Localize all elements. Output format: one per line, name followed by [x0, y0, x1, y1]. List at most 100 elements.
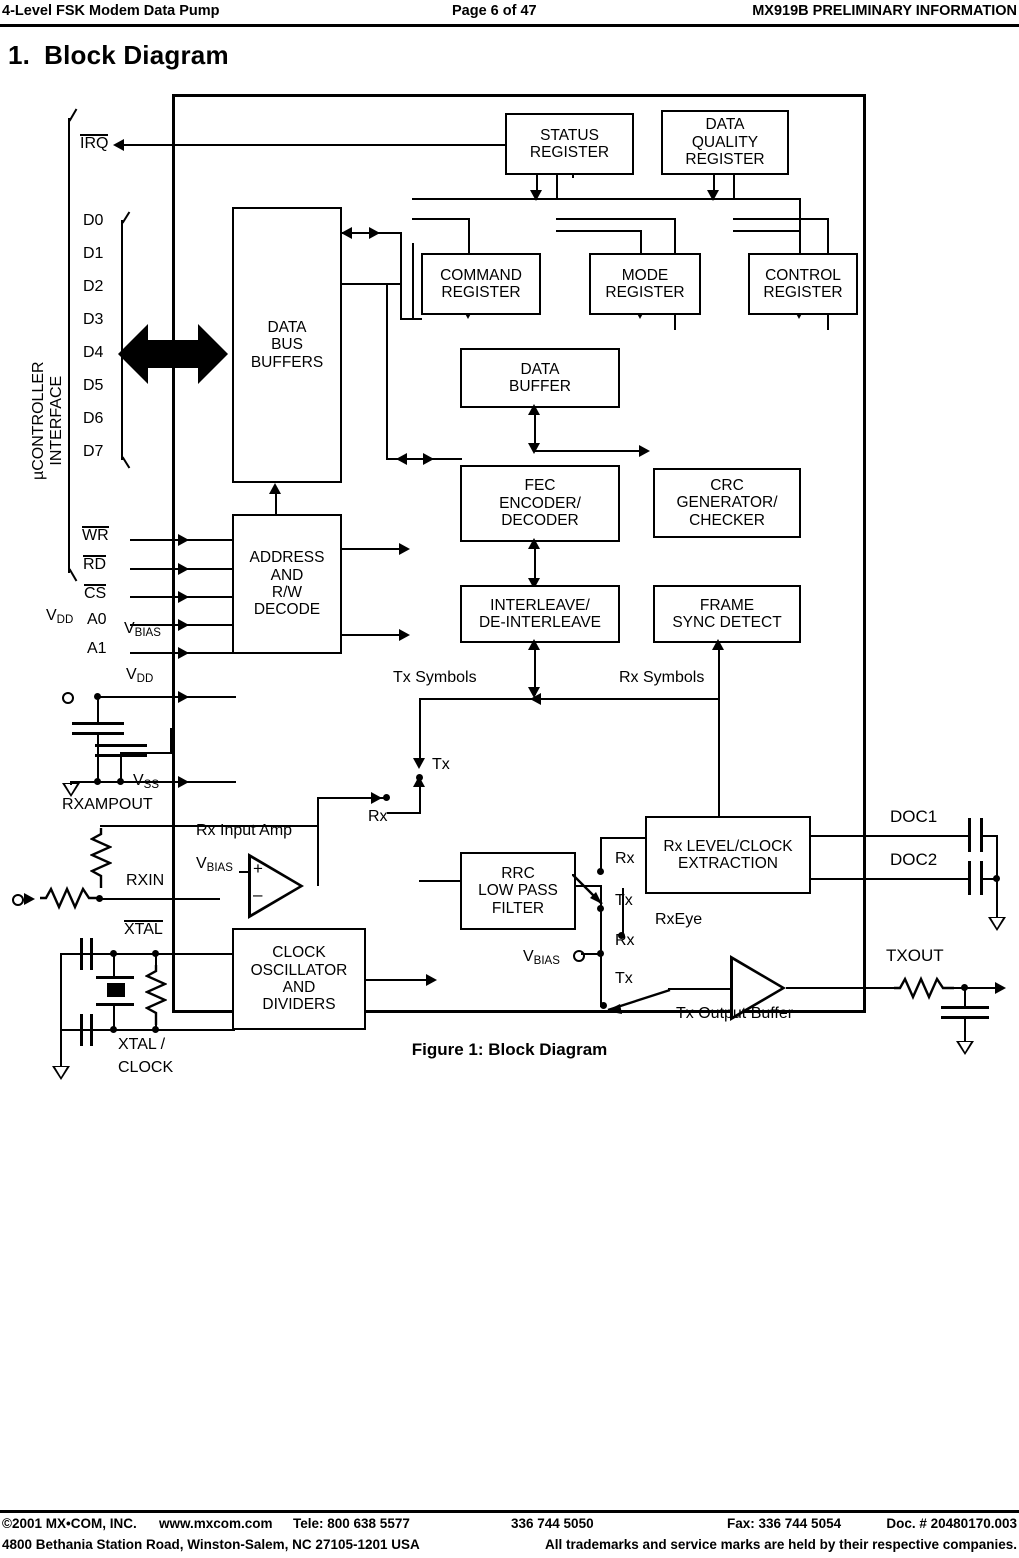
pin-irq: IRQ [80, 134, 109, 152]
pin-xtal-clock-line2: CLOCK [118, 1059, 174, 1076]
txout-series-resistor [894, 976, 954, 1000]
xtal-top-line [60, 953, 235, 955]
rxin-line [100, 898, 220, 900]
block-mode-register: MODE REGISTER [589, 253, 701, 315]
rx-branch-arrow [413, 776, 425, 787]
xtal-bot-dot2 [152, 1026, 159, 1033]
rxeye-label: RxEye [655, 911, 703, 928]
buffers-to-databuffer-1 [342, 283, 402, 285]
rrc-input-line [419, 880, 461, 882]
block-data-buffer: DATA BUFFER [460, 348, 620, 408]
pin-cs: CS [84, 584, 107, 602]
chip-boundary-left [172, 94, 175, 1013]
pin-vdd-internal: VVDDDD [126, 666, 154, 685]
status-reg-rail [556, 175, 558, 199]
pin-a0: A0 [87, 611, 107, 628]
datasheet-page: 4-Level FSK Modem Data Pump Page 6 of 47… [0, 0, 1019, 1557]
decode-out-1-arrow [399, 543, 410, 555]
doc-ground-inner [991, 918, 1003, 928]
block-control-register: CONTROL REGISTER [748, 253, 858, 315]
doc-ground-stem [996, 878, 998, 918]
pin-a1: A1 [87, 640, 107, 657]
pin-doc2: DOC2 [890, 850, 938, 869]
block-data-quality-register: DATA QUALITY REGISTER [661, 110, 789, 175]
block-command-register: COMMAND REGISTER [421, 253, 541, 315]
header-page-number: Page 6 of 47 [452, 3, 537, 19]
rxin-external-terminal [12, 894, 24, 906]
footer-trademarks: All trademarks and service marks are hel… [545, 1537, 1017, 1552]
switch-to-txbuffer [668, 988, 730, 990]
xtal-bot-dot1 [110, 1026, 117, 1033]
cs-arrow [178, 591, 189, 603]
doc1-line [811, 835, 971, 837]
xtal-cap1-plate-r [90, 938, 93, 970]
footer-telephone: Tele: 800 638 5577 [293, 1516, 410, 1531]
decode-to-buffers-arrow [269, 483, 281, 494]
interface-brace-top-diag [68, 108, 78, 122]
xtal-bottom-line [60, 1029, 235, 1031]
vdd-cap-bottom-stem [97, 732, 99, 782]
doc1-to-doc2-v [996, 835, 998, 880]
pin-vdd-external: VDD [46, 607, 74, 626]
xtal-bias-resistor [145, 965, 167, 1025]
mode-arrow-h [556, 230, 642, 232]
vdd-cap-plate-top [72, 722, 124, 725]
footer-telephone-alt: 336 744 5050 [511, 1516, 594, 1531]
vdd-line [100, 696, 236, 698]
footer-divider [0, 1510, 1019, 1513]
switch-tx2-label: Tx [615, 970, 633, 987]
block-frame-sync-detect: FRAME SYNC DETECT [653, 585, 801, 643]
header-divider [0, 24, 1019, 27]
pin-d7: D7 [83, 443, 104, 460]
symbols-rail-arrow [530, 693, 541, 705]
txout-ground-stem [964, 1016, 966, 1042]
data-bus-fat-arrow [118, 324, 228, 384]
doc1-cap-plate-l [968, 818, 971, 852]
bus-vert-a [400, 232, 402, 320]
tx-output-buffer-label: Tx Output Buffer [676, 1005, 794, 1022]
doc2-line [811, 878, 971, 880]
rxin-series-resistor [40, 886, 100, 910]
vss-arrow [178, 776, 189, 788]
pin-d0: D0 [83, 212, 104, 229]
vbias-cap-plate-top [95, 744, 147, 747]
fec-interleave-up-arrow [528, 538, 540, 549]
block-status-register: STATUS REGISTER [505, 113, 634, 175]
xtal-ground-inner [55, 1067, 67, 1077]
pin-rxampout: RXAMPOUT [62, 796, 153, 813]
databuffer-fec-up-arrow [528, 404, 540, 415]
page-title: 1. Block Diagram [8, 40, 229, 71]
block-fec-encoder-decoder: FEC ENCODER/ DECODER [460, 465, 620, 542]
bus-8-left-arrow [341, 227, 352, 239]
dq-reg-rail [733, 175, 735, 199]
pin-d2: D2 [83, 278, 104, 295]
rx-amp-out-label: Rx [368, 808, 388, 825]
pin-doc1: DOC1 [890, 807, 938, 826]
crc-arrow [639, 445, 650, 457]
figure-caption: Figure 1: Block Diagram [411, 1040, 608, 1059]
section-title: Block Diagram [44, 40, 229, 70]
vbias-riser [170, 728, 172, 754]
rxeye-stem [622, 888, 624, 936]
vdd-arrow [178, 691, 189, 703]
buffers-to-databuffer-v [386, 283, 388, 458]
section-number: 1. [8, 40, 31, 70]
switch-blade-lower [606, 988, 671, 1014]
pin-d1: D1 [83, 245, 104, 262]
symbols-rail [419, 698, 719, 700]
databuffer-to-crc [534, 450, 646, 452]
block-rrc-low-pass-filter: RRC LOW PASS FILTER [460, 852, 576, 930]
pin-d5: D5 [83, 377, 104, 394]
switch-rx1-lead [600, 837, 602, 869]
bus-to-command-a [400, 318, 422, 320]
dq-rail-h [556, 198, 801, 200]
amp-output-top-feedback [219, 825, 319, 827]
txout-cap-plate-top [941, 1006, 989, 1009]
crystal-body [107, 983, 125, 997]
block-data-bus-buffers: DATA BUS BUFFERS [232, 207, 342, 483]
txout-cap-stem [964, 987, 966, 1007]
crystal-plate-bottom [96, 1003, 134, 1006]
footer-copyright: ©2001 MX•COM, INC. [2, 1516, 137, 1531]
feedback-resistor [90, 828, 112, 888]
switch-blade-upper [572, 874, 603, 905]
